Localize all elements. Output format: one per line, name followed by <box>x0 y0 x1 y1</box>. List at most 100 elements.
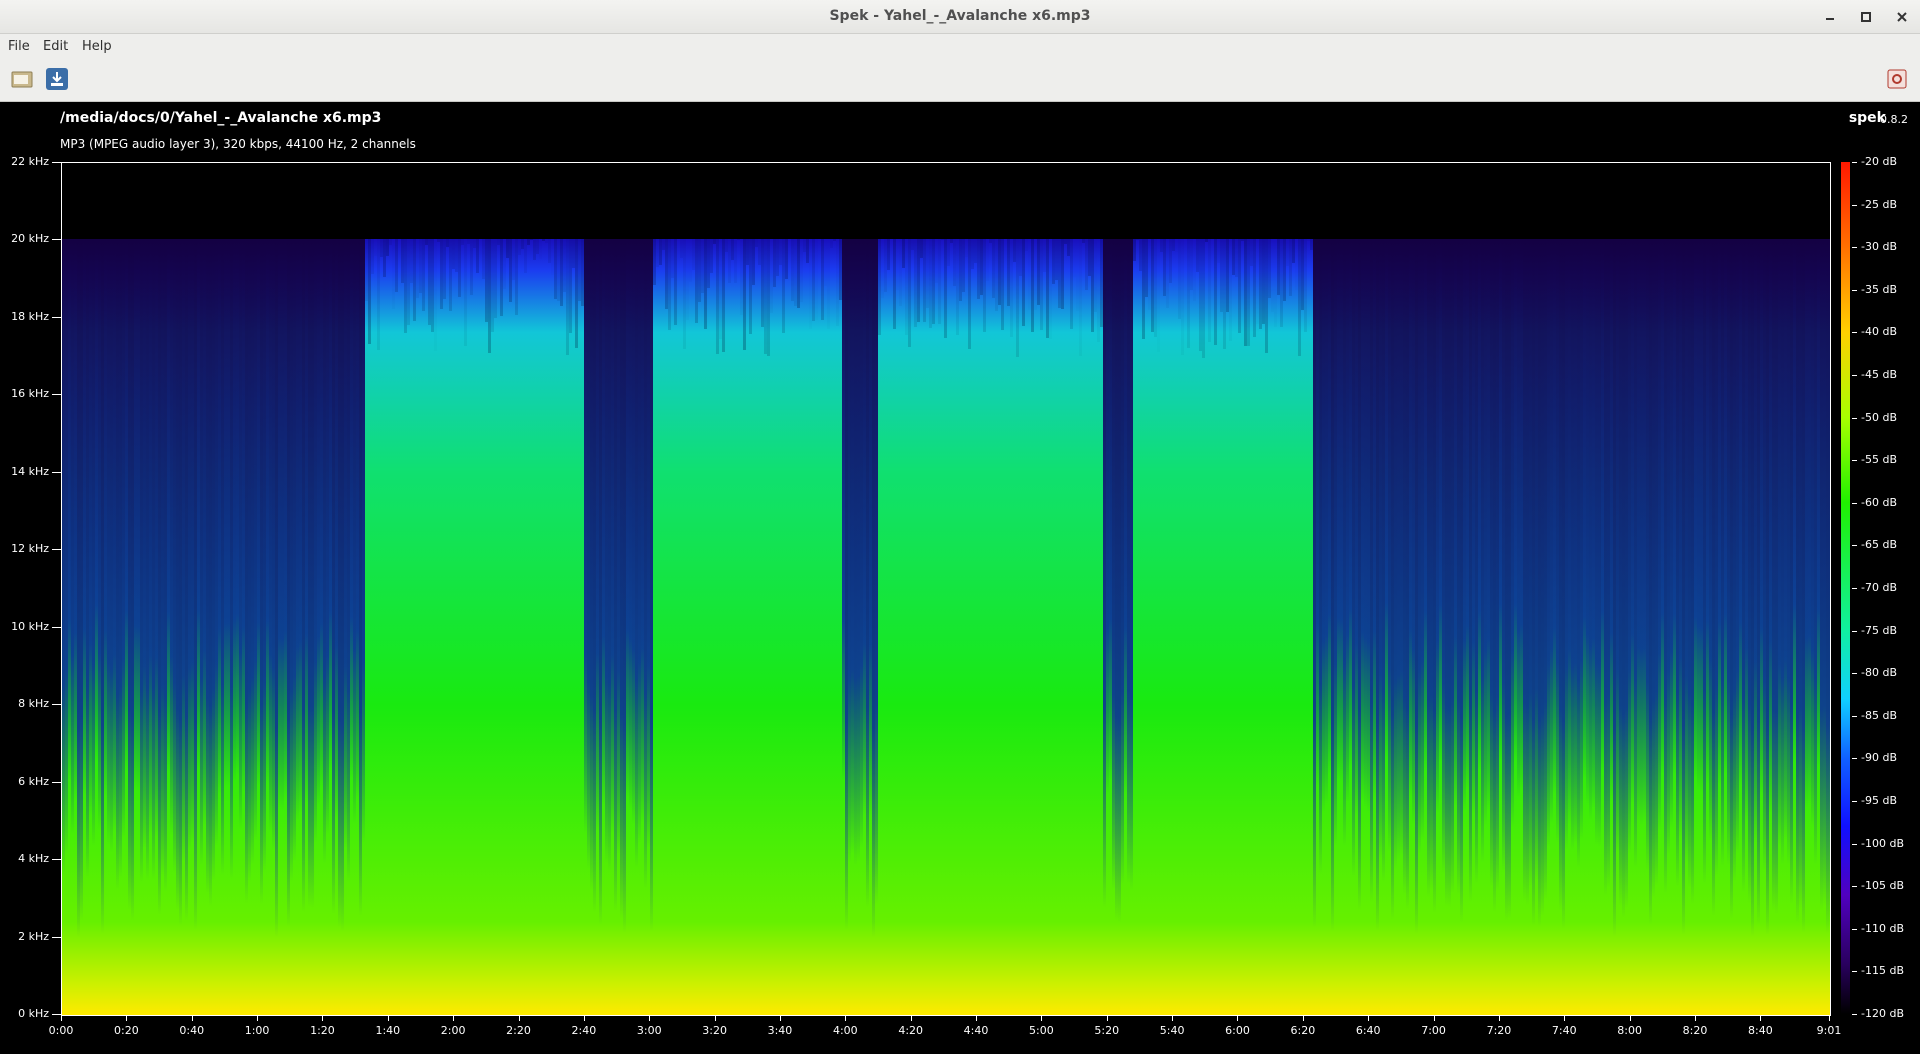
freq-tick <box>52 162 61 163</box>
spectrogram-column <box>422 239 425 311</box>
db-tick <box>1852 460 1857 461</box>
db-tick <box>1852 588 1857 589</box>
spectrogram-column <box>947 239 950 266</box>
db-tick <box>1852 758 1857 759</box>
db-tick <box>1852 247 1857 248</box>
time-tick <box>911 1015 912 1021</box>
time-tick <box>1564 1015 1565 1021</box>
folder-open-icon[interactable] <box>10 67 34 91</box>
time-label: 4:00 <box>833 1024 858 1037</box>
db-label: -35 dB <box>1861 283 1897 296</box>
db-tick <box>1852 886 1857 887</box>
file-info: MP3 (MPEG audio layer 3), 320 kbps, 4410… <box>60 137 416 151</box>
db-label: -95 dB <box>1861 794 1897 807</box>
spectrogram-column <box>458 239 461 297</box>
db-tick <box>1852 1014 1857 1015</box>
time-tick <box>388 1015 389 1021</box>
time-tick <box>1499 1015 1500 1021</box>
spectrogram-column <box>1238 239 1241 333</box>
time-tick <box>453 1015 454 1021</box>
time-tick <box>584 1015 585 1021</box>
db-tick <box>1852 673 1857 674</box>
time-tick <box>845 1015 846 1021</box>
freq-tick <box>52 394 61 395</box>
time-label: 6:00 <box>1225 1024 1250 1037</box>
spectrogram-column <box>476 239 479 273</box>
db-tick <box>1852 631 1857 632</box>
spectrogram-column <box>908 239 911 347</box>
db-tick <box>1852 162 1857 163</box>
time-label: 5:00 <box>1029 1024 1054 1037</box>
freq-label: 16 kHz <box>11 387 49 400</box>
freq-tick <box>52 859 61 860</box>
time-tick <box>1041 1015 1042 1021</box>
close-icon[interactable] <box>1891 6 1913 28</box>
title-bar: Spek - Yahel_-_Avalanche x6.mp3 <box>0 0 1920 34</box>
freq-tick <box>52 937 61 938</box>
spectrogram-column <box>1061 239 1064 309</box>
spectrogram-column <box>827 239 830 329</box>
spectrogram[interactable] <box>61 162 1831 1016</box>
time-label: 7:00 <box>1421 1024 1446 1037</box>
time-tick <box>976 1015 977 1021</box>
time-label: 4:20 <box>898 1024 923 1037</box>
spectrogram-column <box>785 239 788 279</box>
preferences-icon[interactable] <box>1885 67 1909 91</box>
time-label: 0:20 <box>114 1024 139 1037</box>
spectrogram-column <box>362 239 365 843</box>
db-label: -75 dB <box>1861 624 1897 637</box>
spectrogram-column <box>875 239 878 904</box>
spectrogram-column <box>1079 239 1082 356</box>
save-download-icon[interactable] <box>45 67 69 91</box>
menu-help[interactable]: Help <box>82 39 112 54</box>
spectrogram-column <box>986 239 989 281</box>
freq-tick <box>52 627 61 628</box>
menu-file[interactable]: File <box>8 39 30 54</box>
db-color-scale <box>1841 162 1850 1014</box>
minimize-icon[interactable] <box>1819 6 1841 28</box>
menu-edit[interactable]: Edit <box>43 39 68 54</box>
time-tick <box>1172 1015 1173 1021</box>
db-label: -65 dB <box>1861 538 1897 551</box>
spectrogram-column <box>734 239 737 283</box>
time-label: 3:00 <box>637 1024 662 1037</box>
spectrogram-column <box>434 239 437 351</box>
time-label: 8:40 <box>1748 1024 1773 1037</box>
freq-label: 22 kHz <box>11 155 49 168</box>
spectrogram-column <box>1022 239 1025 326</box>
spectrogram-column <box>1304 239 1307 332</box>
db-label: -60 dB <box>1861 496 1897 509</box>
time-label: 1:20 <box>310 1024 335 1037</box>
time-label: 1:00 <box>245 1024 270 1037</box>
spectrogram-column <box>938 239 941 324</box>
time-label: 8:00 <box>1617 1024 1642 1037</box>
freq-tick <box>52 549 61 550</box>
db-label: -40 dB <box>1861 325 1897 338</box>
time-tick <box>61 1015 62 1021</box>
freq-label: 12 kHz <box>11 542 49 555</box>
time-tick <box>649 1015 650 1021</box>
time-label: 5:40 <box>1160 1024 1185 1037</box>
db-tick <box>1852 332 1857 333</box>
db-tick <box>1852 716 1857 717</box>
time-label: 3:20 <box>702 1024 727 1037</box>
spectrogram-column <box>1202 239 1205 358</box>
db-label: -30 dB <box>1861 240 1897 253</box>
db-label: -105 dB <box>1861 879 1904 892</box>
spectrogram-column <box>1829 239 1831 928</box>
time-tick <box>1434 1015 1435 1021</box>
menu-bar: File Edit Help <box>0 34 1920 58</box>
time-tick <box>715 1015 716 1021</box>
freq-tick <box>52 1014 61 1015</box>
time-label: 3:40 <box>768 1024 793 1037</box>
maximize-icon[interactable] <box>1855 6 1877 28</box>
freq-label: 0 kHz <box>18 1007 49 1020</box>
time-label: 8:20 <box>1683 1024 1708 1037</box>
freq-label: 20 kHz <box>11 232 49 245</box>
time-label: 7:20 <box>1487 1024 1512 1037</box>
spectrogram-column <box>1157 239 1160 352</box>
db-label: -100 dB <box>1861 837 1904 850</box>
db-tick <box>1852 545 1857 546</box>
freq-label: 2 kHz <box>18 930 49 943</box>
freq-label: 4 kHz <box>18 852 49 865</box>
